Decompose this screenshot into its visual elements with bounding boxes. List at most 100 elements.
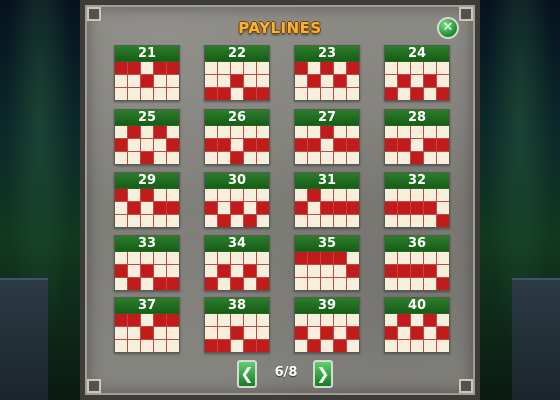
payline-cell [257,314,269,326]
payline-cell [308,62,320,74]
payline-card: 22 [204,45,270,101]
payline-cell [115,126,127,138]
payline-card: 40 [384,297,450,353]
payline-cell [334,327,346,339]
payline-cell-active [334,252,346,264]
payline-cell [411,215,423,227]
payline-cell-active [128,278,140,290]
payline-cell-active [347,265,359,277]
payline-cell [321,88,333,100]
payline-cell-active [154,202,166,214]
payline-cell-active [424,202,436,214]
payline-cell [295,314,307,326]
payline-number: 40 [385,298,449,313]
payline-cell-active [231,278,243,290]
payline-cell [437,62,449,74]
payline-number: 25 [115,110,179,125]
payline-cell-active [167,314,179,326]
jungle-background-right [480,0,560,400]
payline-pattern [205,252,269,290]
payline-number: 28 [385,110,449,125]
payline-cell [154,215,166,227]
payline-cell [115,88,127,100]
payline-cell [218,327,230,339]
payline-cell [385,62,397,74]
payline-cell [167,88,179,100]
payline-cell-active [244,139,256,151]
payline-cell-active [385,139,397,151]
chevron-right-icon: ❯ [316,364,330,383]
payline-cell [437,126,449,138]
payline-cell [244,314,256,326]
payline-cell [205,189,217,201]
payline-cell-active [295,252,307,264]
payline-cell [437,202,449,214]
paylines-panel: PAYLINES ✕ 21 22 23 24 25 26 27 28 29 30 31 32 33 34 3… [80,0,480,400]
payline-pattern [115,62,179,100]
payline-pattern [205,62,269,100]
payline-cell-active [437,278,449,290]
payline-cell [128,75,140,87]
payline-pattern [295,314,359,352]
payline-number: 39 [295,298,359,313]
payline-cell [154,88,166,100]
payline-cell-active [347,202,359,214]
payline-pattern [385,126,449,164]
payline-cell [334,62,346,74]
payline-pattern [115,252,179,290]
payline-cell-active [398,202,410,214]
payline-cell [128,340,140,352]
payline-cell [398,189,410,201]
payline-cell [115,152,127,164]
payline-number: 21 [115,46,179,61]
payline-cell-active [115,62,127,74]
payline-cell-active [218,215,230,227]
payline-cell [167,189,179,201]
game-screen: PAYLINES ✕ 21 22 23 24 25 26 27 28 29 30 31 32 33 34 3… [0,0,560,400]
payline-cell [321,75,333,87]
payline-cell [128,327,140,339]
payline-cell [115,327,127,339]
payline-cell [154,139,166,151]
payline-cell [308,278,320,290]
payline-cell [141,202,153,214]
payline-cell [128,215,140,227]
payline-cell [424,62,436,74]
payline-cell [295,126,307,138]
payline-cell [347,75,359,87]
payline-cell-active [141,327,153,339]
payline-cell [257,126,269,138]
payline-pattern [205,126,269,164]
payline-cell [308,265,320,277]
payline-cell [231,340,243,352]
panel-title: PAYLINES [238,19,322,37]
payline-cell-active [295,327,307,339]
payline-cell [308,327,320,339]
next-page-button[interactable]: ❯ [313,360,333,388]
payline-cell [141,215,153,227]
payline-cell [218,75,230,87]
payline-cell-active [167,62,179,74]
payline-cell-active [411,88,423,100]
payline-cell [154,340,166,352]
payline-cell [231,265,243,277]
payline-cell-active [308,139,320,151]
payline-card: 28 [384,109,450,165]
payline-pattern [295,252,359,290]
previous-page-button[interactable]: ❮ [237,360,257,388]
payline-cell [244,202,256,214]
payline-number: 23 [295,46,359,61]
payline-card: 37 [114,297,180,353]
payline-card: 30 [204,172,270,228]
payline-card: 39 [294,297,360,353]
payline-cell [347,152,359,164]
payline-cell-active [231,202,243,214]
close-button[interactable]: ✕ [437,17,459,39]
payline-card: 26 [204,109,270,165]
payline-cell [385,252,397,264]
payline-cell [437,75,449,87]
payline-number: 26 [205,110,269,125]
payline-cell-active [411,202,423,214]
payline-cell [398,327,410,339]
payline-cell-active [295,62,307,74]
